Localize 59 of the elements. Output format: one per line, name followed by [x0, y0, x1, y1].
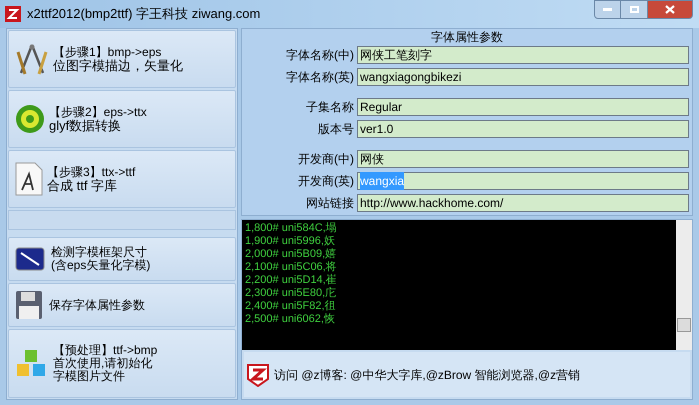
compass-icon	[15, 42, 49, 76]
window-title: x2ttf2012(bmp2ttf) 字王科技 ziwang.com	[27, 5, 260, 24]
log-line: 2,300# uni5E80,庀	[245, 287, 338, 300]
text-field[interactable]: 网侠工笔刻字	[357, 46, 689, 64]
step-button[interactable]: 【步骤3】ttx->ttf 合成 ttf 字库	[8, 150, 236, 208]
step-description: 合成 ttf 字库	[47, 179, 118, 193]
log-line: 1,900# uni5996,妖	[245, 235, 336, 248]
field-label: 字体名称(中)	[285, 47, 355, 64]
text-field[interactable]: ver1.0	[357, 120, 689, 138]
field-label: 开发商(英)	[297, 173, 355, 190]
field-value: wangxia	[360, 172, 404, 190]
field-label: 网站链接	[305, 195, 355, 212]
log-line: 2,400# uni5F82,徂	[245, 300, 337, 313]
scrollbar[interactable]	[676, 220, 692, 350]
tool-button[interactable]: 【预处理】ttf->bmp 首次使用,请初始化 字模图片文件	[8, 329, 236, 398]
footer-links-text: 访问 @z博客: @中华大字库,@zBrow 智能浏览器,@z营销	[274, 366, 580, 384]
tool-label: 保存字体属性参数	[49, 298, 145, 312]
step-title: 【步骤1】bmp->eps	[53, 45, 162, 59]
tool-button[interactable]: 保存字体属性参数	[8, 283, 236, 327]
minimize-button[interactable]	[594, 0, 621, 19]
step-description: glyf数据转换	[49, 119, 122, 133]
step-title: 【步骤3】ttx->ttf	[47, 165, 136, 179]
tool-label: 字模图片文件	[53, 370, 126, 383]
text-field[interactable]: 网侠	[357, 150, 689, 168]
field-value: Regular	[360, 99, 402, 116]
close-icon	[665, 5, 675, 14]
text-field[interactable]: wangxiagongbikezi	[357, 68, 689, 86]
tool-label: 检测字模框架尺寸	[51, 246, 148, 259]
log-line: 2,200# uni5D14,崔	[245, 274, 338, 286]
step-button[interactable]: 【步骤1】bmp->eps 位图字模描边，矢量化	[8, 30, 236, 88]
field-label: 子集名称	[305, 99, 355, 116]
field-value: 网侠工笔刻字	[360, 47, 432, 64]
step-description: 位图字模描边，矢量化	[53, 59, 183, 73]
step-button[interactable]: 【步骤2】eps->ttx glyf数据转换	[8, 90, 236, 148]
field-value: ver1.0	[360, 121, 394, 138]
flower-disc-icon	[15, 104, 45, 134]
text-field[interactable]: Regular	[357, 98, 689, 116]
close-button[interactable]	[647, 0, 693, 19]
app-logo-icon	[5, 6, 21, 22]
tool-label: 首次使用,请初始化	[53, 357, 152, 370]
text-field[interactable]: http://www.hackhome.com/	[357, 194, 689, 212]
log-line: 2,500# uni6062,恢	[245, 313, 336, 326]
font-document-icon	[15, 162, 43, 196]
field-label: 版本号	[317, 121, 355, 138]
log-line: 2,100# uni5C06,将	[245, 261, 338, 274]
log-line: 1,800# uni584C,塌	[245, 222, 338, 235]
field-value: wangxiagongbikezi	[360, 69, 462, 86]
maximize-button[interactable]	[621, 0, 647, 19]
log-line: 2,000# uni5B09,嬉	[245, 248, 338, 261]
field-value: http://www.hackhome.com/	[360, 195, 504, 212]
field-value: 网侠	[360, 151, 384, 168]
field-label: 字体名称(英)	[285, 69, 355, 86]
tool-button[interactable]: 检测字模框架尺寸 (含eps矢量化字模)	[8, 237, 236, 281]
panel-title: 字体属性参数	[430, 29, 504, 45]
field-label: 开发商(中)	[297, 151, 355, 168]
step-title: 【步骤2】eps->ttx	[49, 105, 147, 119]
logo-shield-icon	[246, 362, 270, 386]
tool-label: (含eps矢量化字模)	[51, 259, 150, 272]
tool-label: 【预处理】ttf->bmp	[53, 344, 158, 357]
